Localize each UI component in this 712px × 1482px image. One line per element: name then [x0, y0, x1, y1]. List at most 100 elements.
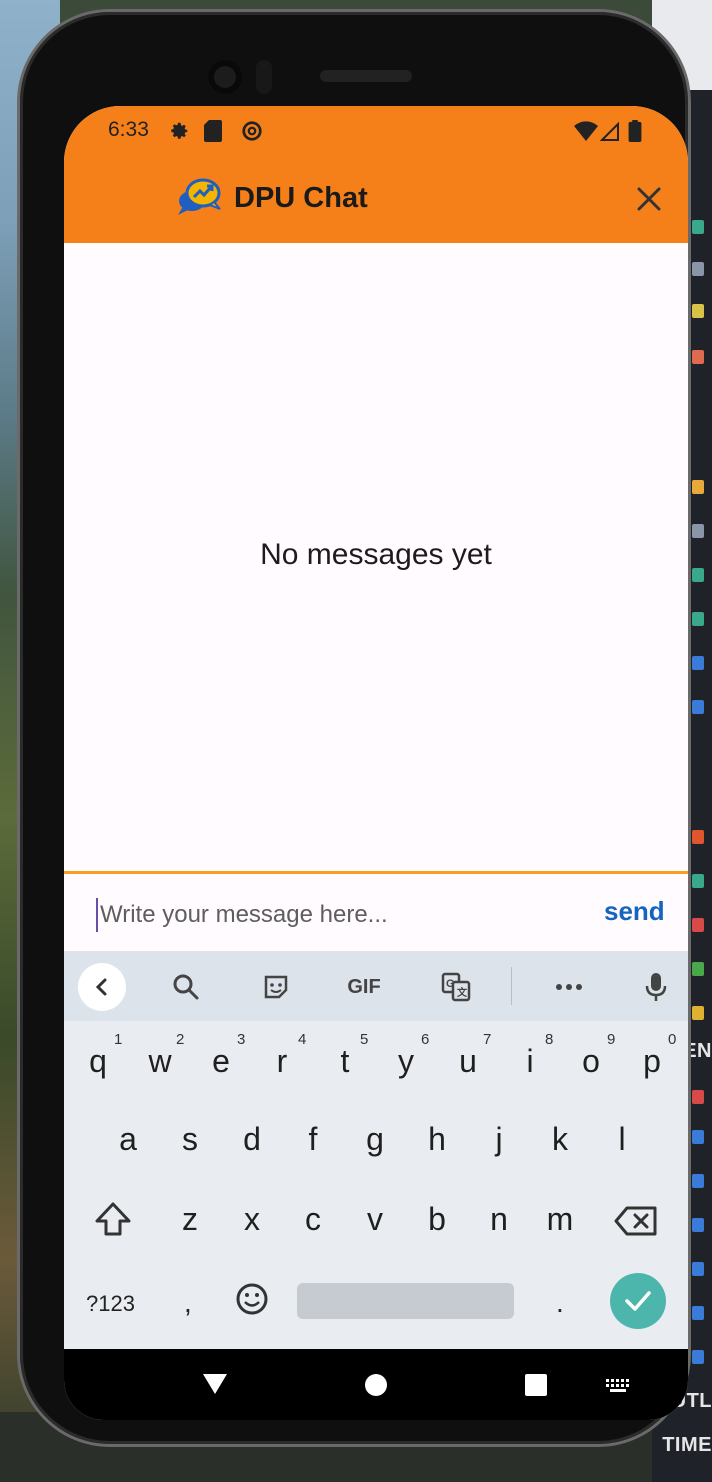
file-icon: [692, 350, 704, 364]
key-r[interactable]: r: [260, 1043, 304, 1080]
file-icon: [692, 962, 704, 976]
key-d[interactable]: d: [230, 1121, 274, 1158]
data-saver-icon: [242, 121, 262, 141]
folder-icon: [692, 304, 704, 318]
earpiece-speaker: [320, 70, 412, 82]
key-w[interactable]: w: [138, 1043, 182, 1080]
file-icon: [692, 524, 704, 538]
key-hint: 1: [114, 1031, 123, 1048]
file-icon: [692, 1090, 704, 1104]
key-l[interactable]: l: [600, 1121, 644, 1158]
key-a[interactable]: a: [106, 1121, 150, 1158]
key-c[interactable]: c: [291, 1201, 335, 1238]
file-icon: [692, 656, 704, 670]
comma-key[interactable]: ,: [184, 1287, 192, 1319]
emoji-icon[interactable]: [234, 1281, 270, 1317]
signal-icon: [600, 121, 619, 141]
toolbar-divider: [511, 967, 512, 1005]
battery-icon: [628, 120, 642, 142]
keyboard-collapse-button[interactable]: [78, 963, 126, 1011]
checkmark-icon: [625, 1291, 651, 1311]
translate-icon[interactable]: G文: [438, 971, 474, 1003]
sensor: [256, 60, 272, 94]
key-e[interactable]: e: [199, 1043, 243, 1080]
message-composer: send: [64, 871, 688, 954]
file-icon: [692, 1306, 704, 1320]
key-y[interactable]: y: [384, 1043, 428, 1080]
shift-icon[interactable]: [94, 1201, 132, 1237]
key-v[interactable]: v: [353, 1201, 397, 1238]
key-j[interactable]: j: [477, 1121, 521, 1158]
key-hint: 6: [421, 1031, 430, 1048]
key-u[interactable]: u: [446, 1043, 490, 1080]
file-icon: [692, 262, 704, 276]
ide-section-timeline[interactable]: TIME: [662, 1434, 712, 1457]
key-t[interactable]: t: [323, 1043, 367, 1080]
key-hint: 5: [360, 1031, 369, 1048]
key-h[interactable]: h: [415, 1121, 459, 1158]
enter-key[interactable]: [610, 1273, 666, 1329]
app-bar: DPU Chat: [64, 156, 688, 243]
key-p[interactable]: p: [630, 1043, 674, 1080]
microphone-icon[interactable]: [642, 971, 670, 1003]
file-icon: [692, 874, 704, 888]
svg-text:G: G: [446, 978, 455, 990]
key-z[interactable]: z: [168, 1201, 212, 1238]
file-icon: [692, 1174, 704, 1188]
file-icon: [692, 220, 704, 234]
file-icon: [692, 830, 704, 844]
file-icon: [692, 568, 704, 582]
key-hint: 3: [237, 1031, 246, 1048]
key-f[interactable]: f: [291, 1121, 335, 1158]
file-icon: [692, 612, 704, 626]
symbols-key[interactable]: ?123: [86, 1291, 135, 1317]
navigation-bar: [64, 1349, 688, 1420]
key-q[interactable]: q: [76, 1043, 120, 1080]
key-s[interactable]: s: [168, 1121, 212, 1158]
sd-card-icon: [204, 120, 222, 142]
lock-icon: [692, 1006, 704, 1020]
folder-icon: [692, 480, 704, 494]
on-screen-keyboard: GIF G文 q 1 w 2 e 3 r 4 t 5 y 6 u 7 i 8 o…: [64, 951, 688, 1349]
key-i[interactable]: i: [508, 1043, 552, 1080]
key-g[interactable]: g: [353, 1121, 397, 1158]
key-hint: 4: [298, 1031, 307, 1048]
chat-logo-icon: [178, 178, 221, 215]
key-k[interactable]: k: [538, 1121, 582, 1158]
status-bar: 6:33: [64, 106, 688, 156]
more-icon[interactable]: [552, 971, 586, 1003]
sticker-icon[interactable]: [258, 971, 294, 1003]
backspace-icon[interactable]: [614, 1205, 658, 1237]
status-time: 6:33: [108, 118, 149, 141]
space-bar[interactable]: [297, 1283, 514, 1319]
phone-screen: 6:33 DPU Chat No messages yet Write your…: [64, 106, 688, 1420]
close-button[interactable]: [624, 174, 674, 224]
key-m[interactable]: m: [538, 1201, 582, 1238]
file-icon: [692, 1218, 704, 1232]
file-icon: [692, 1262, 704, 1276]
key-o[interactable]: o: [569, 1043, 613, 1080]
svg-text:文: 文: [457, 986, 468, 999]
key-hint: 2: [176, 1031, 185, 1048]
wifi-icon: [574, 121, 598, 141]
recents-icon[interactable]: [524, 1373, 548, 1397]
back-icon[interactable]: [202, 1373, 228, 1395]
keyboard-toolbar: GIF G文: [64, 951, 688, 1021]
gif-button[interactable]: GIF: [342, 971, 386, 1003]
key-hint: 8: [545, 1031, 554, 1048]
search-icon[interactable]: [168, 971, 204, 1003]
send-button[interactable]: send: [604, 896, 665, 927]
empty-state-text: No messages yet: [260, 538, 492, 571]
key-n[interactable]: n: [477, 1201, 521, 1238]
key-b[interactable]: b: [415, 1201, 459, 1238]
period-key[interactable]: .: [556, 1287, 564, 1319]
key-hint: 9: [607, 1031, 616, 1048]
message-input[interactable]: [98, 894, 582, 936]
key-hint: 0: [668, 1031, 677, 1048]
file-icon: [692, 1130, 704, 1144]
key-hint: 7: [483, 1031, 492, 1048]
key-x[interactable]: x: [230, 1201, 274, 1238]
keyboard-switch-icon[interactable]: [604, 1377, 632, 1395]
home-icon[interactable]: [364, 1373, 388, 1397]
file-icon: [692, 918, 704, 932]
